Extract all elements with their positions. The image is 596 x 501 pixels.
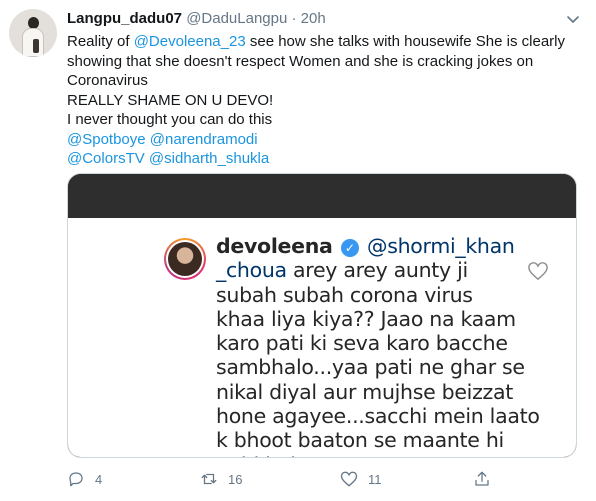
mention-link[interactable]: @Spotboye (67, 131, 146, 148)
comment-line: karo pati ki seva karo bacche (216, 331, 508, 356)
comment-line: nikal diyal aur mujhse beizzat (216, 379, 513, 404)
comment-body-lines: subah subah corona virus khaa liya kiya??… (216, 282, 546, 457)
tweet-text-line: @Spotboye @narendramodi (67, 130, 582, 150)
like-count: 11 (368, 471, 382, 487)
tweet-actions: 4 16 11 (67, 468, 497, 490)
tweet-text-segment: showing that she doesn't respect Women a… (67, 52, 534, 70)
mention-link[interactable]: @sidharth_shukla (149, 150, 269, 167)
comment-line: sambhalo...yaa pati ne ghar se (216, 355, 525, 380)
author-handle[interactable]: @DaduLangpu (186, 10, 287, 27)
heart-outline-icon (528, 262, 548, 281)
share-icon (475, 471, 489, 486)
media-dark-band (68, 174, 576, 218)
retweet-icon (201, 473, 217, 485)
tweet-text-segment: see how she talks with housewife She is … (245, 33, 566, 50)
reply-button[interactable]: 4 (67, 468, 102, 490)
instagram-comment: devoleena ✓ @shormi_khan _choua arey are… (216, 234, 546, 457)
tweet[interactable]: Langpu_dadu07 @DaduLangpu · 20h Reality … (0, 0, 596, 501)
retweet-button[interactable]: 16 (200, 468, 242, 490)
retweet-count: 16 (228, 471, 243, 487)
tweet-text-segment: Reality of (67, 33, 134, 50)
comment-line-text: arey arey aunty ji (286, 258, 468, 283)
tweet-header: Langpu_dadu07 @DaduLangpu · 20h (67, 9, 326, 29)
chevron-down-icon[interactable] (565, 11, 581, 27)
like-icon (340, 471, 358, 487)
tweet-text-line: Reality of @Devoleena_23 see how she tal… (67, 32, 582, 52)
author-avatar[interactable] (9, 9, 57, 57)
comment-line: khaa liya kiya?? Jaao na kaam (216, 306, 516, 331)
tweet-text-segment: REALLY SHAME ON U DEVO! (67, 91, 274, 109)
reply-icon (69, 472, 83, 487)
tweet-text-segment: Coronavirus (67, 72, 148, 89)
tweet-text-line: Coronavirus (67, 71, 582, 91)
tweet-text-line: showing that she doesn't respect Women a… (67, 52, 582, 72)
mention-link[interactable]: @ColorsTV (67, 150, 145, 167)
mention-link[interactable]: @narendramodi (150, 131, 258, 148)
instagram-avatar-photo (168, 242, 202, 276)
tweet-text-line: @ColorsTV @sidharth_shukla (67, 149, 582, 169)
avatar-bag (33, 39, 39, 53)
comment-line: nahi hai (216, 453, 546, 457)
instagram-comment-card: devoleena ✓ @shormi_khan _choua arey are… (68, 218, 576, 457)
tweet-media[interactable]: devoleena ✓ @shormi_khan _choua arey are… (67, 173, 577, 458)
comment-line: subah subah corona virus (216, 282, 473, 307)
tweet-text-line: REALLY SHAME ON U DEVO! (67, 91, 582, 111)
instagram-avatar (164, 238, 206, 280)
comment-mention: @shormi_khan (367, 234, 515, 258)
author-name[interactable]: Langpu_dadu07 (67, 10, 182, 27)
tweet-time[interactable]: 20h (301, 10, 326, 27)
mention-link[interactable]: @Devoleena_23 (134, 33, 246, 50)
comment-line: hone agayee...sacchi mein laato (216, 404, 540, 429)
tweet-text-line: I never thought you can do this (67, 110, 582, 130)
like-button[interactable]: 11 (340, 468, 382, 490)
share-button[interactable] (473, 468, 491, 490)
instagram-username: devoleena (216, 234, 333, 258)
comment-mention-continued: _choua (216, 258, 287, 283)
verified-badge-icon: ✓ (340, 239, 359, 257)
separator-dot: · (291, 10, 297, 27)
reply-count: 4 (95, 471, 103, 487)
tweet-text: Reality of @Devoleena_23 see how she tal… (67, 32, 582, 169)
comment-line: k bhoot baaton se maante hi (216, 428, 504, 453)
tweet-text-segment: I never thought you can do this (67, 111, 273, 128)
